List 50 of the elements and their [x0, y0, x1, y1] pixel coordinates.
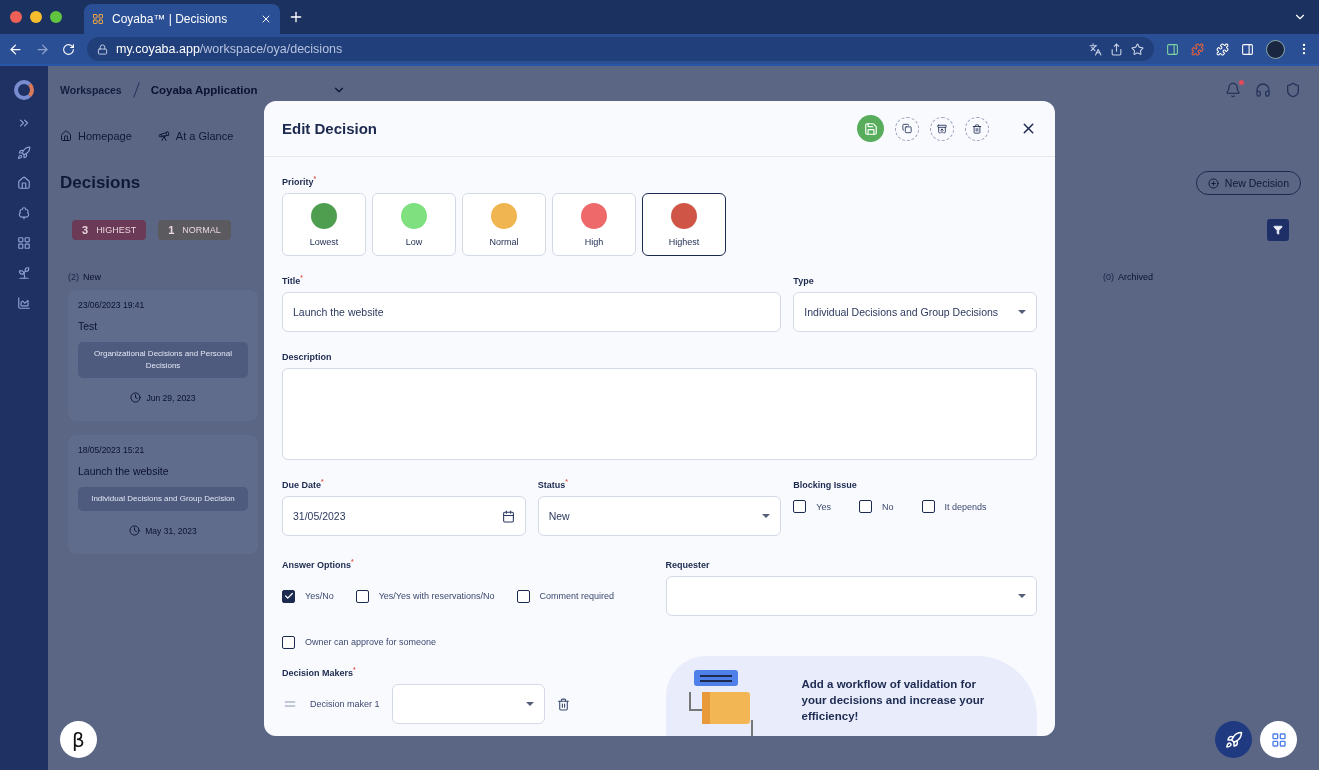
decision-card[interactable]: 23/06/2023 19:41 Test Organizational Decisions and Personal Decisions Jun 29, 2023	[68, 290, 258, 421]
browser-tab[interactable]: Coyaba™ | Decisions	[84, 4, 280, 34]
checkbox-option[interactable]: Yes/No	[282, 589, 334, 603]
decision-card[interactable]: 18/05/2023 15:21 Launch the website Individual Decisions and Group Decision May 31, 2023	[68, 435, 258, 554]
filter-chip[interactable]: 1 NORMAL	[158, 220, 231, 240]
priority-option[interactable]: Lowest	[282, 193, 366, 256]
title-field[interactable]: Launch the website	[282, 292, 782, 332]
url-text: my.coyaba.app/workspace/oya/decisions	[116, 42, 343, 56]
checkbox-option[interactable]: Yes/Yes with reservations/No	[355, 589, 495, 603]
priority-option[interactable]: Normal	[462, 193, 546, 256]
checkbox-option[interactable]: Yes	[793, 500, 831, 513]
field-label: Type	[793, 276, 815, 286]
field-label: Priority$^{*}$	[282, 177, 318, 187]
checkbox-option[interactable]: Comment required	[516, 589, 615, 603]
card-tag: Individual Decisions and Group Decision	[78, 487, 248, 511]
column-title: New	[83, 272, 101, 282]
card-timestamp: 23/06/2023 19:41	[78, 300, 146, 310]
card-title: Test	[78, 320, 99, 332]
type-select[interactable]: Individual Decisions and Group Decisions	[793, 292, 1037, 332]
promo-text: Add a workflow of validation for your decisions and increase your efficiency!	[801, 677, 986, 725]
status-select[interactable]: New	[537, 496, 782, 536]
dialog-title: Edit Decision	[282, 120, 379, 137]
field-label: Status$^{*}$	[537, 480, 569, 490]
priority-option[interactable]: Highest	[642, 193, 726, 256]
field-label: Due Date$^{*}$	[282, 480, 325, 490]
priority-option[interactable]: High	[552, 193, 636, 256]
filter-chip[interactable]: 3 HIGHEST	[72, 220, 147, 240]
checkbox-option[interactable]: It depends	[921, 500, 987, 513]
column-count: (2)	[68, 272, 79, 282]
field-label: Answer Options$^{*}$	[282, 560, 355, 570]
tab-title: Coyaba™ | Decisions	[112, 12, 229, 26]
card-title: Launch the website	[78, 465, 170, 477]
priority-option[interactable]: Low	[372, 193, 456, 256]
card-tag: Organizational Decisions and Personal Decisions	[78, 342, 248, 378]
field-label: Decision Makers$^{*}$	[282, 668, 357, 678]
address-bar[interactable]: my.coyaba.app/workspace/oya/decisions	[87, 37, 1154, 61]
due-date-field[interactable]: 31/05/2023	[282, 496, 526, 536]
beta-button[interactable]: β	[60, 721, 97, 758]
field-label: Title$^{*}$	[282, 276, 304, 286]
field-label: Requester	[665, 560, 711, 570]
field-label: Description	[282, 352, 333, 362]
page-title: Decisions	[60, 173, 141, 193]
decision-maker-label: Decision maker 1	[310, 699, 380, 709]
card-timestamp: 18/05/2023 15:21	[78, 445, 146, 455]
checkbox-option[interactable]: No	[859, 500, 894, 513]
column-title: Archived	[1118, 272, 1153, 282]
card-due-date: Jun 29, 2023	[146, 392, 196, 403]
checkbox-option[interactable]: Owner can approve for someone	[282, 635, 437, 649]
card-due-date: May 31, 2023	[145, 525, 197, 536]
field-label: Blocking Issue	[793, 480, 858, 490]
